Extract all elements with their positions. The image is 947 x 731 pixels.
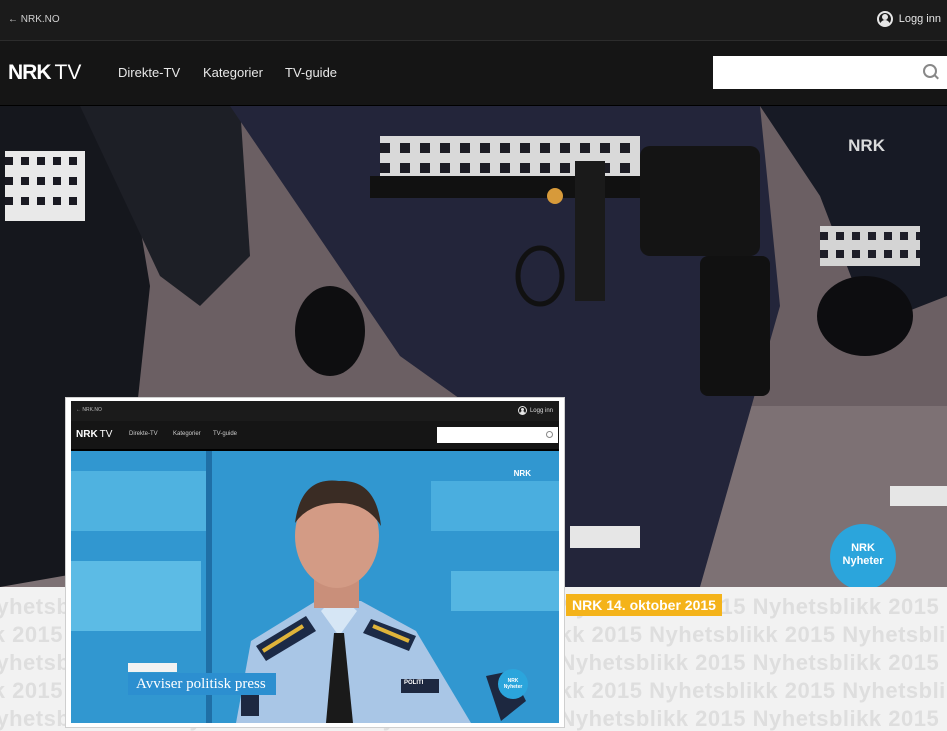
search-icon[interactable] — [546, 431, 553, 438]
nrk-tv-logo[interactable]: NRK TV — [8, 61, 81, 85]
nav-kategorier[interactable]: Kategorier — [203, 65, 263, 80]
login-label: Logg inn — [898, 13, 941, 25]
inset-logo-mark: NRK — [76, 429, 98, 440]
inset-screen: ← NRK.NO Logg inn NRK TV Direkte-TV Kateg… — [71, 401, 559, 723]
news-caption: Avviser politisk press — [128, 673, 276, 695]
user-icon — [876, 11, 893, 27]
nav-tv-guide[interactable]: TV-guide — [285, 65, 337, 80]
user-icon — [517, 406, 527, 415]
badge-line1: NRK — [851, 542, 875, 554]
date-label: NRK 14. oktober 2015 — [566, 594, 722, 616]
badge-line2: Nyheter — [842, 555, 884, 567]
inset-nav-tv-guide[interactable]: TV-guide — [213, 431, 237, 437]
inset-nrk-tv-logo[interactable]: NRK TV — [76, 429, 112, 440]
nav-direkte-tv[interactable]: Direkte-TV — [118, 65, 180, 80]
logo-mark: NRK — [8, 61, 51, 84]
login-button[interactable]: Logg inn — [876, 11, 941, 27]
search-icon[interactable] — [923, 64, 937, 78]
logo-suffix: TV — [54, 61, 82, 84]
inset-nav-direkte-tv[interactable]: Direkte-TV — [129, 431, 158, 437]
inset-search-input[interactable] — [437, 427, 558, 443]
inset-login-label: Logg inn — [529, 407, 553, 414]
nrk-home-link[interactable]: ← NRK.NO — [8, 14, 60, 25]
caption-tag — [128, 663, 177, 672]
inset-nrk-channel-bug: NRK — [513, 469, 531, 478]
nav-bar: NRK TV Direkte-TV Kategorier TV-guide — [0, 41, 947, 105]
inset-nav-bar: NRK TV Direkte-TV Kategorier TV-guide — [71, 421, 559, 449]
inset-nrk-nyheter-badge: NRK Nyheter — [498, 669, 528, 699]
search-input[interactable] — [713, 56, 947, 89]
nrk-nyheter-badge: NRK Nyheter — [830, 524, 896, 587]
inset-video-player[interactable]: NRK POLITI Avviser politisk press NRK Ny… — [71, 451, 559, 723]
top-bar: ← NRK.NO Logg inn — [0, 0, 947, 41]
inset-badge-line2: Nyheter — [503, 684, 523, 690]
nrk-channel-bug: NRK — [848, 136, 885, 155]
inset-nrk-home-link[interactable]: ← NRK.NO — [76, 407, 102, 413]
politi-patch-text: POLITI — [404, 680, 424, 686]
inset-nav-kategorier[interactable]: Kategorier — [173, 431, 201, 437]
inset-screenshot: ← NRK.NO Logg inn NRK TV Direkte-TV Kateg… — [66, 398, 564, 727]
inset-login-button[interactable]: Logg inn — [517, 406, 553, 415]
inset-logo-suffix: TV — [99, 429, 113, 440]
inset-top-bar: ← NRK.NO Logg inn — [71, 401, 559, 421]
